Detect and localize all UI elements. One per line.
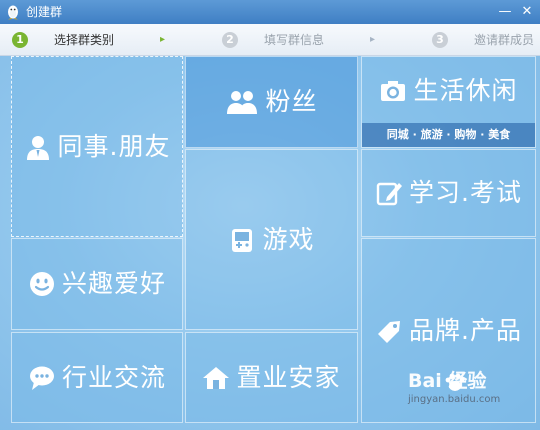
step-1-label: 选择群类别 (54, 33, 115, 47)
tile-label: 兴趣爱好 (61, 269, 166, 298)
tile-label: 置业安家 (236, 362, 341, 392)
house-icon (203, 366, 230, 389)
tile-games[interactable]: 游戏 (185, 149, 358, 330)
tile-label: 品牌.产品 (409, 315, 522, 345)
tile-label: 学习.考试 (409, 178, 522, 207)
step-2-label: 填写群信息 (264, 33, 325, 47)
tag-icon (378, 320, 401, 343)
step-arrow-2-icon: ▸ (370, 34, 376, 45)
baidu-watermark: Bai 经验 jingyan.baidu.com (408, 370, 500, 406)
gamepad-icon (232, 228, 253, 252)
tile-label: 行业交流 (61, 362, 166, 392)
window-title: 创建群 (26, 5, 63, 19)
step-indicator: 1 选择群类别 ▸ 2 填写群信息 ▸ 3 邀请群成员 (0, 24, 540, 56)
title-bar: 创建群 — ✕ (0, 0, 540, 24)
camera-icon (381, 81, 406, 101)
person-icon (26, 135, 49, 160)
paw-icon (445, 373, 465, 391)
step-arrow-1-icon: ▸ (160, 34, 166, 45)
minimize-button[interactable]: — (494, 2, 516, 22)
tile-label: 生活休闲 (413, 76, 518, 105)
step-2-number: 2 (222, 32, 238, 48)
tile-hobbies[interactable]: 兴趣爱好 (11, 238, 183, 330)
step-3-label: 邀请群成员 (474, 33, 535, 47)
tile-colleagues-friends[interactable]: 同事.朋友 (11, 56, 183, 237)
qq-penguin-icon (8, 5, 18, 20)
pencil-icon (376, 182, 403, 206)
people-icon (227, 91, 258, 114)
tile-subtitle: 同城 · 旅游 · 购物 · 美食 (362, 123, 535, 147)
close-button[interactable]: ✕ (516, 2, 538, 22)
tile-label: 游戏 (262, 224, 315, 254)
tile-study-exam[interactable]: 学习.考试 (361, 149, 536, 237)
chat-icon (29, 366, 54, 390)
watermark-url: jingyan.baidu.com (408, 394, 501, 405)
tile-label: 同事.朋友 (57, 131, 171, 161)
tile-industry-exchange[interactable]: 行业交流 (11, 332, 183, 423)
step-3-number: 3 (432, 32, 448, 48)
step-1-number: 1 (12, 32, 28, 48)
group-category-board: 同事.朋友 粉丝 生活休闲 同城 · 旅游 · 购物 · 美食 游戏 学习.考试… (0, 56, 540, 430)
smiley-icon (29, 272, 54, 296)
tile-fans[interactable]: 粉丝 (185, 56, 358, 148)
tile-real-estate[interactable]: 置业安家 (185, 332, 358, 423)
tile-label: 粉丝 (265, 87, 318, 116)
tile-life-leisure[interactable]: 生活休闲 同城 · 旅游 · 购物 · 美食 (361, 56, 536, 148)
